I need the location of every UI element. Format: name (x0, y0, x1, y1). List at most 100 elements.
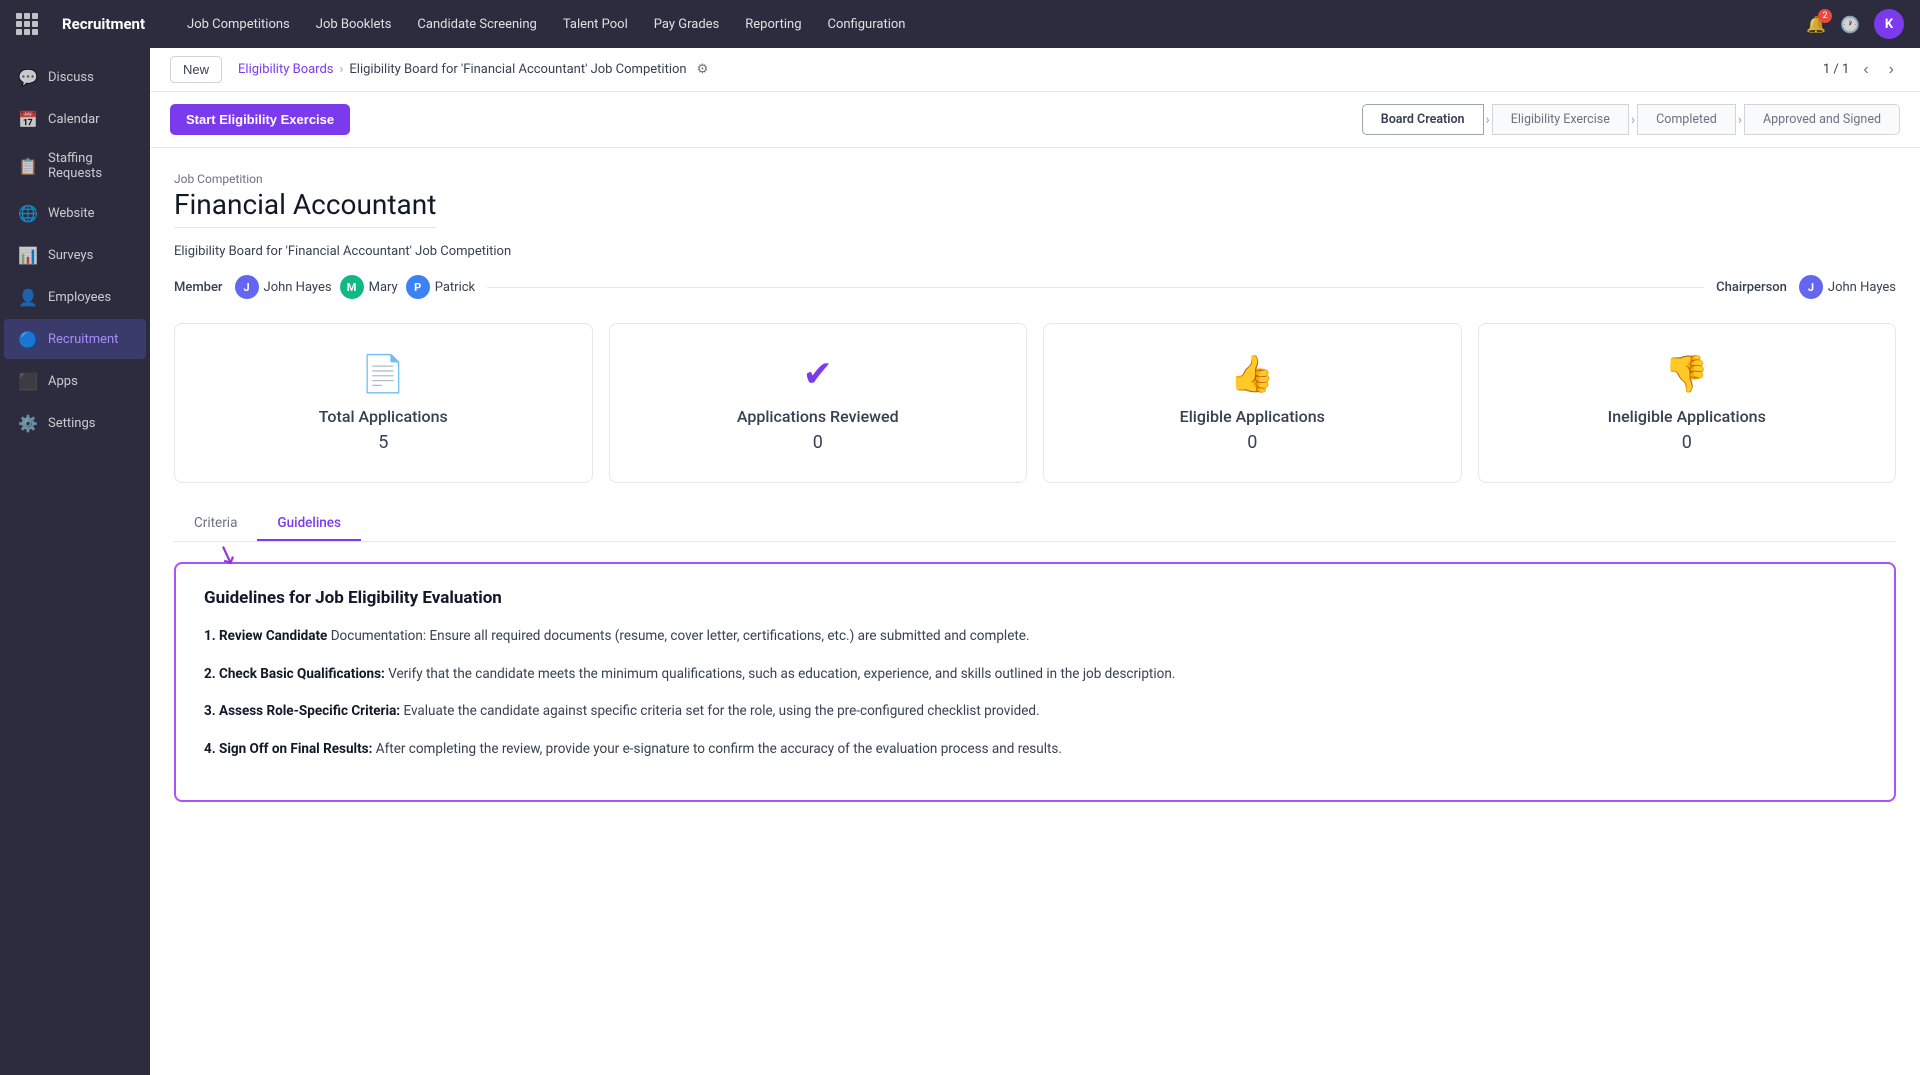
main-content: New Eligibility Boards › Eligibility Boa… (150, 48, 1920, 1075)
nav-link-candidate-screening[interactable]: Candidate Screening (407, 13, 546, 36)
recruitment-icon: 🔵 (18, 329, 38, 349)
app-grid-icon[interactable] (16, 13, 38, 35)
breadcrumb-parent-link[interactable]: Eligibility Boards (238, 62, 334, 77)
settings-icon: ⚙️ (18, 413, 38, 433)
notification-icon[interactable]: 🔔 2 (1806, 15, 1826, 34)
sidebar-item-staffing-requests[interactable]: 📋 Staffing Requests (4, 141, 146, 191)
staffing-icon: 📋 (18, 156, 38, 176)
stat-eligible-applications[interactable]: 👍 Eligible Applications 0 (1043, 323, 1462, 483)
step-completed[interactable]: Completed (1637, 104, 1736, 135)
guideline-bold-4: 4. Sign Off on Final Results: (204, 741, 372, 757)
pagination-next[interactable]: › (1883, 59, 1900, 81)
applications-reviewed-label: Applications Reviewed (737, 407, 899, 426)
sidebar-item-apps[interactable]: ⬛ Apps (4, 361, 146, 401)
tab-criteria[interactable]: Criteria (174, 507, 257, 541)
applications-reviewed-icon: ✔ (803, 353, 833, 395)
member-name-john: John Hayes (264, 280, 332, 295)
breadcrumb: Eligibility Boards › Eligibility Board f… (238, 62, 708, 77)
member-patrick: P Patrick (406, 275, 475, 299)
members-label: Member (174, 280, 223, 295)
stats-row: 📄 Total Applications 5 ✔ Applications Re… (174, 323, 1896, 483)
guidelines-panel: Guidelines for Job Eligibility Evaluatio… (174, 562, 1896, 802)
chairperson-avatar: J (1799, 275, 1823, 299)
step-board-creation[interactable]: Board Creation (1362, 104, 1484, 135)
sidebar-label-employees: Employees (48, 290, 111, 305)
member-name-mary: Mary (369, 280, 398, 295)
sidebar-label-recruitment: Recruitment (48, 332, 118, 347)
eligible-applications-label: Eligible Applications (1180, 407, 1325, 426)
clock-icon[interactable]: 🕐 (1840, 15, 1860, 34)
sidebar-item-discuss[interactable]: 💬 Discuss (4, 57, 146, 97)
discuss-icon: 💬 (18, 67, 38, 87)
guideline-text-3: Evaluate the candidate against specific … (403, 703, 1039, 719)
sidebar-item-calendar[interactable]: 📅 Calendar (4, 99, 146, 139)
members-row: Member J John Hayes M Mary P Patrick (174, 275, 1896, 299)
breadcrumb-bar: New Eligibility Boards › Eligibility Boa… (150, 48, 1920, 92)
guideline-text-4: After completing the review, provide you… (376, 741, 1062, 757)
sidebar: 💬 Discuss 📅 Calendar 📋 Staffing Requests… (0, 48, 150, 1075)
top-navigation: Recruitment Job Competitions Job Booklets… (0, 0, 1920, 48)
guideline-bold-1: 1. Review Candidate (204, 628, 327, 644)
nav-link-job-competitions[interactable]: Job Competitions (177, 13, 300, 36)
job-title: Financial Accountant (174, 188, 436, 228)
sidebar-item-settings[interactable]: ⚙️ Settings (4, 403, 146, 443)
start-eligibility-button[interactable]: Start Eligibility Exercise (170, 104, 350, 135)
ineligible-applications-value: 0 (1682, 432, 1692, 453)
sidebar-item-website[interactable]: 🌐 Website (4, 193, 146, 233)
stat-total-applications[interactable]: 📄 Total Applications 5 (174, 323, 593, 483)
nav-link-configuration[interactable]: Configuration (818, 13, 916, 36)
top-nav-right: 🔔 2 🕐 K (1806, 9, 1904, 39)
stat-applications-reviewed[interactable]: ✔ Applications Reviewed 0 (609, 323, 1028, 483)
breadcrumb-current: Eligibility Board for 'Financial Account… (349, 62, 686, 77)
user-avatar[interactable]: K (1874, 9, 1904, 39)
step-arrow-3: › (1736, 112, 1744, 128)
sidebar-label-website: Website (48, 206, 95, 221)
nav-link-reporting[interactable]: Reporting (735, 13, 811, 36)
nav-links: Job Competitions Job BookletsCandidate Sc… (177, 13, 915, 36)
website-icon: 🌐 (18, 203, 38, 223)
sidebar-label-surveys: Surveys (48, 248, 93, 263)
chairperson-label: Chairperson (1716, 280, 1787, 295)
calendar-icon: 📅 (18, 109, 38, 129)
total-applications-value: 5 (378, 432, 388, 453)
chairperson-name: John Hayes (1828, 280, 1896, 295)
sidebar-label-settings: Settings (48, 416, 95, 431)
sidebar-label-apps: Apps (48, 374, 78, 389)
board-description: Eligibility Board for 'Financial Account… (174, 244, 1896, 259)
apps-icon: ⬛ (18, 371, 38, 391)
page-content: Job Competition Financial Accountant Eli… (150, 148, 1920, 1075)
guideline-text-2: Verify that the candidate meets the mini… (388, 666, 1175, 682)
total-applications-label: Total Applications (319, 407, 448, 426)
step-arrow-2: › (1629, 112, 1637, 128)
step-eligibility-exercise[interactable]: Eligibility Exercise (1492, 104, 1629, 135)
guideline-bold-3: 3. Assess Role-Specific Criteria: (204, 703, 400, 719)
notification-badge: 2 (1818, 9, 1832, 23)
stat-ineligible-applications[interactable]: 👎 Ineligible Applications 0 (1478, 323, 1897, 483)
nav-link-talent-pool[interactable]: Talent Pool (553, 13, 638, 36)
step-approved-signed[interactable]: Approved and Signed (1744, 104, 1900, 135)
pagination-text: 1 / 1 (1823, 62, 1849, 77)
tab-guidelines[interactable]: Guidelines (257, 507, 361, 541)
new-button[interactable]: New (170, 56, 222, 83)
nav-link-pay-grades[interactable]: Pay Grades (644, 13, 730, 36)
ineligible-applications-icon: 👎 (1664, 353, 1709, 395)
member-avatar-john: J (235, 275, 259, 299)
sidebar-item-surveys[interactable]: 📊 Surveys (4, 235, 146, 275)
brand-name: Recruitment (62, 15, 145, 33)
pagination-prev[interactable]: ‹ (1857, 59, 1874, 81)
nav-link-job-booklets[interactable]: Job Booklets (306, 13, 402, 36)
pagination: 1 / 1 ‹ › (1823, 59, 1900, 81)
eligible-applications-icon: 👍 (1230, 353, 1275, 395)
member-tags: J John Hayes M Mary P Patrick (235, 275, 476, 299)
sidebar-item-recruitment[interactable]: 🔵 Recruitment (4, 319, 146, 359)
member-mary: M Mary (340, 275, 398, 299)
step-arrow-1: › (1484, 112, 1492, 128)
guideline-text-1: Documentation: Ensure all required docum… (331, 628, 1030, 644)
gear-icon[interactable]: ⚙ (697, 62, 709, 77)
job-section: Job Competition Financial Accountant Eli… (174, 172, 1896, 299)
tabs: Criteria Guidelines (174, 507, 1896, 542)
ineligible-applications-label: Ineligible Applications (1608, 407, 1766, 426)
sidebar-item-employees[interactable]: 👤 Employees (4, 277, 146, 317)
action-bar: Start Eligibility Exercise Board Creatio… (150, 92, 1920, 148)
applications-reviewed-value: 0 (813, 432, 823, 453)
